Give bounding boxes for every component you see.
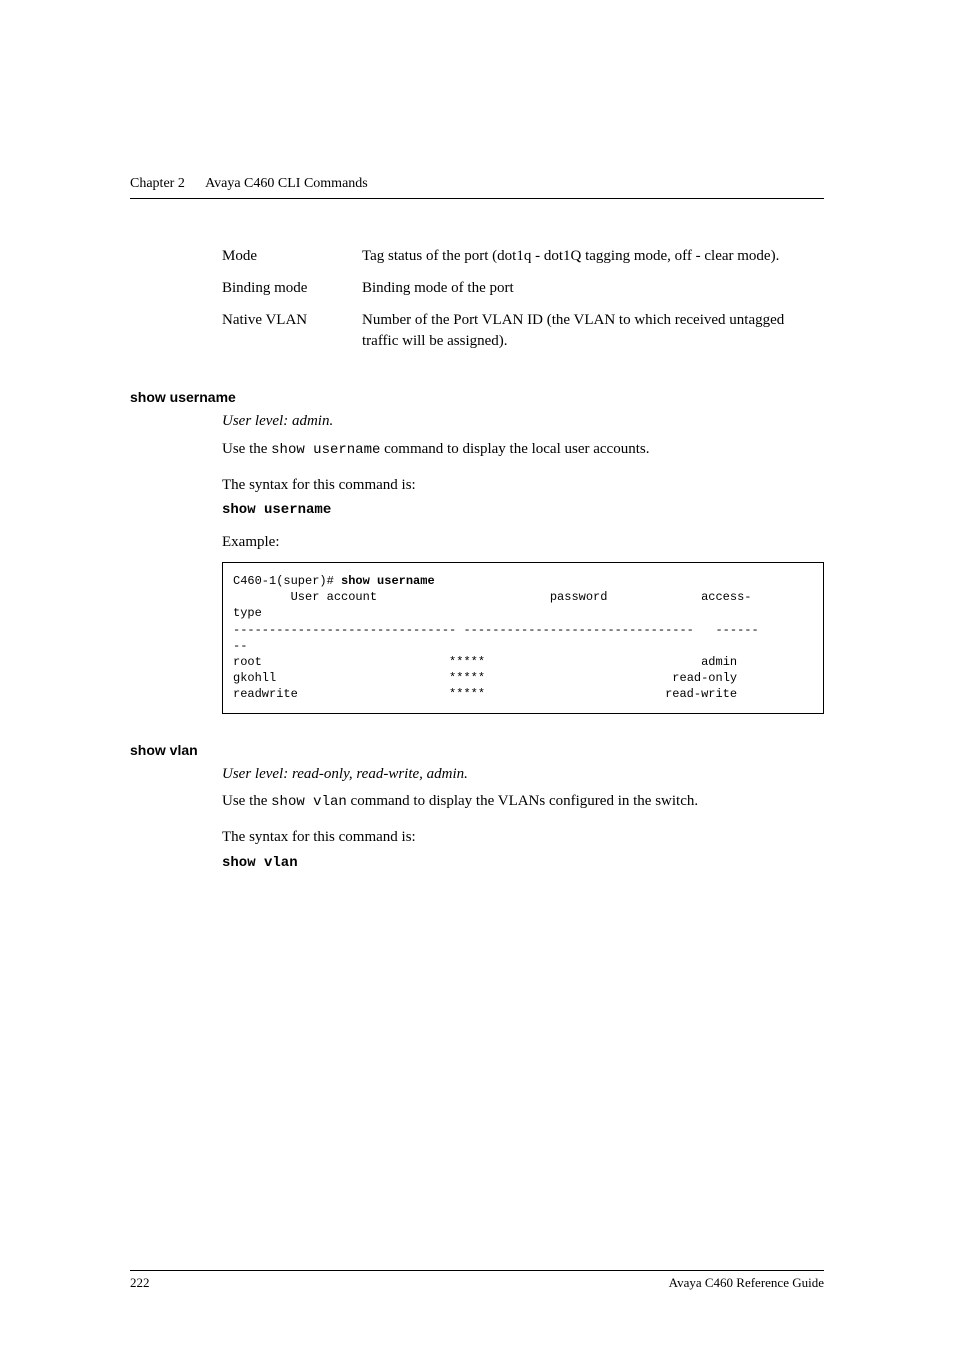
desc-post: command to display the local user accoun…: [380, 441, 649, 457]
example-row-type: read-write: [485, 687, 737, 701]
example-row-pw: *****: [276, 671, 485, 685]
desc-pre: Use the: [222, 441, 271, 457]
desc-post: command to display the VLANs configured …: [347, 793, 698, 809]
example-row-type: read-only: [485, 671, 737, 685]
desc-cmd: show vlan: [271, 794, 347, 810]
example-type-line: type: [233, 606, 262, 620]
example-row-name: readwrite: [233, 687, 298, 701]
def-desc: Binding mode of the port: [362, 278, 824, 300]
def-row-native-vlan: Native VLAN Number of the Port VLAN ID (…: [222, 310, 824, 354]
example-row-type: admin: [485, 655, 737, 669]
example-prompt: C460-1(super)#: [233, 574, 341, 588]
section-heading-show-vlan: show vlan: [130, 742, 824, 758]
syntax-command: show username: [222, 502, 824, 518]
desc-cmd: show username: [271, 442, 380, 458]
def-desc: Tag status of the port (dot1q - dot1Q ta…: [362, 246, 824, 268]
user-level: User level: read-only, read-write, admin…: [222, 764, 824, 786]
example-command: show username: [341, 574, 435, 588]
page-number: 222: [130, 1275, 150, 1291]
running-header: Chapter 2 Avaya C460 CLI Commands: [130, 176, 824, 199]
def-term: Native VLAN: [222, 310, 362, 354]
example-label: Example:: [222, 532, 824, 554]
example-row-pw: *****: [262, 655, 485, 669]
example-row-name: gkohll: [233, 671, 276, 685]
user-level: User level: admin.: [222, 411, 824, 433]
example-row-pw: *****: [298, 687, 485, 701]
section-heading-show-username: show username: [130, 389, 824, 405]
example-output-box: C460-1(super)# show username User accoun…: [222, 562, 824, 714]
command-description: Use the show vlan command to display the…: [222, 791, 824, 813]
doc-title: Avaya C460 Reference Guide: [669, 1275, 824, 1291]
example-header-line: User account password access-: [233, 590, 751, 604]
syntax-label: The syntax for this command is:: [222, 827, 824, 849]
syntax-label: The syntax for this command is:: [222, 475, 824, 497]
def-term: Binding mode: [222, 278, 362, 300]
command-description: Use the show username command to display…: [222, 439, 824, 461]
def-row-mode: Mode Tag status of the port (dot1q - dot…: [222, 246, 824, 268]
desc-pre: Use the: [222, 793, 271, 809]
example-row-name: root: [233, 655, 262, 669]
page-footer: 222 Avaya C460 Reference Guide: [130, 1270, 824, 1291]
def-desc: Number of the Port VLAN ID (the VLAN to …: [362, 310, 824, 354]
chapter-title: Avaya C460 CLI Commands: [205, 176, 368, 191]
syntax-command: show vlan: [222, 855, 824, 871]
def-row-binding-mode: Binding mode Binding mode of the port: [222, 278, 824, 300]
example-dash2: --: [233, 639, 247, 653]
chapter-label: Chapter 2: [130, 176, 185, 191]
def-term: Mode: [222, 246, 362, 268]
example-sep-line: ------------------------------- --------…: [233, 623, 759, 637]
